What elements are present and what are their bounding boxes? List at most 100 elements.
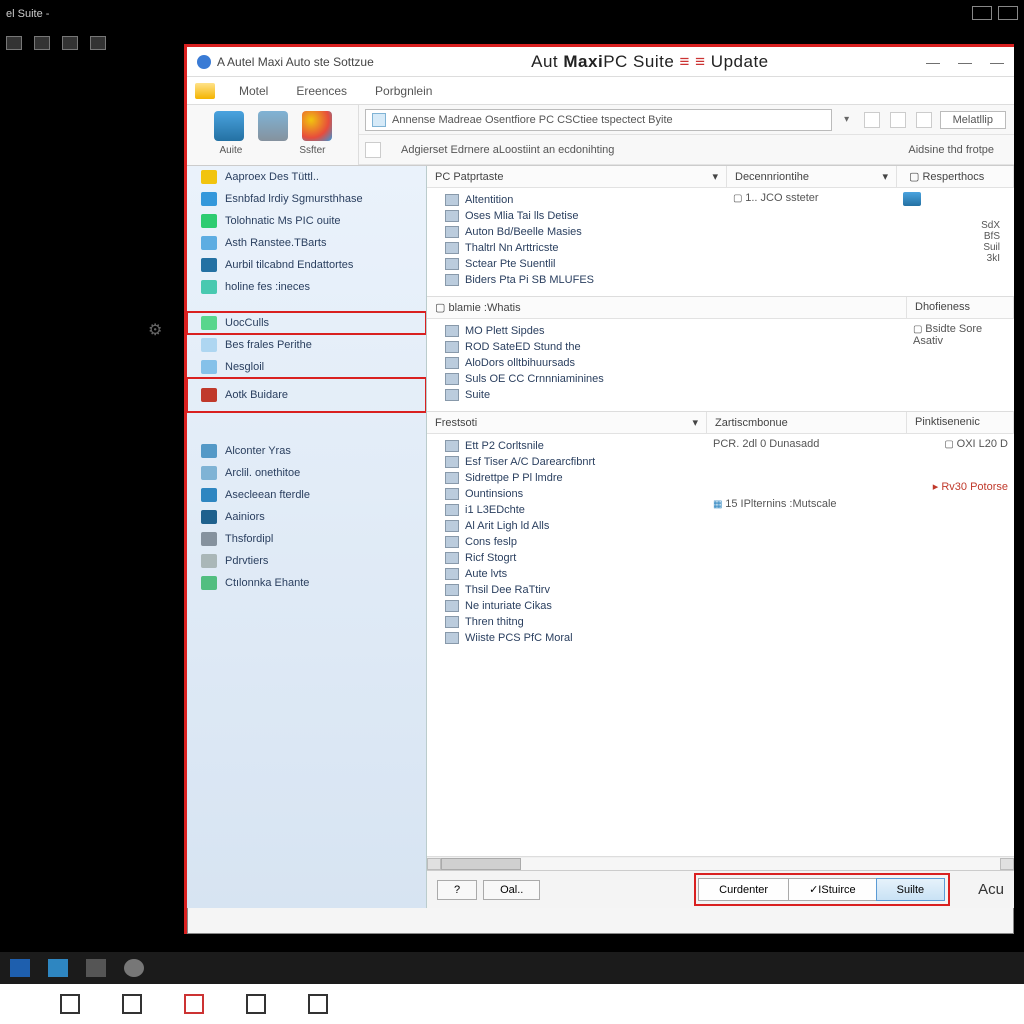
dock-icon[interactable] [122,994,142,1014]
menu-item[interactable]: Ereences [282,84,361,98]
col-header[interactable]: Decennriontihe [735,171,809,183]
sidebar-item[interactable]: Bes frales Perithe [187,334,426,356]
minimize-button[interactable]: — [926,54,940,70]
close-button[interactable]: — [990,54,1004,70]
list-item[interactable]: ROD SateED Stund the [427,339,907,355]
col-header[interactable]: Pinktisenenic [915,416,980,428]
list-item[interactable]: Ne inturiate Cikas [427,598,707,614]
list-item[interactable]: Wiiste PCS PfC Moral [427,630,707,646]
sidebar-item[interactable]: holine fes :ineces [187,276,426,298]
list-item[interactable]: Suite [427,387,907,403]
window-controls[interactable]: — — — [926,54,1004,70]
ribbon-caption: Auite [220,145,243,156]
sidebar-icon [201,214,217,228]
sidebar-item[interactable]: Aainiors [187,506,426,528]
sidebar-label: Esnbfad lrdiy Sgmursthhase [225,193,363,205]
list-item[interactable]: Cons feslp [427,534,707,550]
quick-icon[interactable] [6,36,22,50]
sidebar-icon [201,510,217,524]
list-item[interactable]: Sctear Pte Suentlil [427,256,727,272]
dock-icon[interactable] [308,994,328,1014]
sidebar-item[interactable]: Aurbil tilcabnd Endattortes [187,254,426,276]
ribbon-icon[interactable] [258,111,288,141]
source-button[interactable]: ✓IStuirce [788,878,877,901]
col-header[interactable]: Frestsoti [435,417,477,429]
sidebar-item[interactable]: UocCulls [187,312,426,334]
horizontal-scrollbar[interactable] [427,856,1014,870]
ribbon-icon[interactable] [214,111,244,141]
list-item[interactable]: Ricf Stogrt [427,550,707,566]
list-item[interactable]: Esf Tiser A/C Darearcfibnrt [427,454,707,470]
menu-item[interactable]: Porbgnlein [361,84,446,98]
sidebar-item[interactable]: Nesgloil [187,356,426,378]
dropdown-icon[interactable]: ▾ [838,114,856,125]
scroll-right-icon[interactable] [1000,858,1014,870]
file-icon [445,210,459,222]
sidebar-label: Asth Ranstee.TBarts [225,237,327,249]
dock-icon[interactable] [184,994,204,1014]
col-header[interactable]: PC Patprtaste [435,171,503,183]
sidebar-icon [201,280,217,294]
suite-button[interactable]: Suilte [876,878,946,901]
col-header[interactable]: blamie :Whatis [448,302,520,314]
sidebar-icon [201,554,217,568]
address-bar[interactable]: Annense Madreae Osentfiore PC CSCtiee ts… [365,109,832,131]
list-item[interactable]: Ett P2 Corltsnile [427,438,707,454]
list-item[interactable]: Suls OE CC Crnnniaminines [427,371,907,387]
list-item[interactable]: i1 L3EDchte [427,502,707,518]
list-item[interactable]: Thren thitng [427,614,707,630]
sidebar-item[interactable]: Arclil. onethitoe [187,462,426,484]
list-item[interactable]: Altentition [427,192,727,208]
folder-icon[interactable] [195,83,215,99]
list-item[interactable]: Oses Mlia Tai lls Detise [427,208,727,224]
quick-icon[interactable] [34,36,50,50]
sidebar-item[interactable]: Thsfordipl [187,528,426,550]
list-item[interactable]: Al Arit Ligh ld Alls [427,518,707,534]
list-item[interactable]: Ountinsions [427,486,707,502]
sidebar-item[interactable]: Pdrvtiers [187,550,426,572]
desktop-window-controls[interactable] [966,6,1018,23]
extra-link[interactable]: Rv30 Potorse [941,481,1008,493]
taskbar-icon[interactable] [124,959,144,977]
list-item[interactable]: Thsil Dee RaTtirv [427,582,707,598]
sidebar-icon [201,192,217,206]
taskbar-icon[interactable] [48,959,68,977]
dock-icon[interactable] [60,994,80,1014]
col-header[interactable]: Dhofieness [915,301,970,313]
restore-button[interactable]: — [958,54,972,70]
dock-icon[interactable] [246,994,266,1014]
list-item[interactable]: Thaltrl Nn Arttricste [427,240,727,256]
sidebar-item[interactable]: Tolohnatic Ms PIC ouite [187,210,426,232]
scroll-left-icon[interactable] [427,858,441,870]
taskbar-icon[interactable] [86,959,106,977]
sidebar-item[interactable]: Alconter Yras [187,440,426,462]
cundenter-button[interactable]: Curdenter [698,878,789,901]
scroll-thumb[interactable] [441,858,521,870]
menu-item[interactable]: Motel [225,84,282,98]
sidebar-item[interactable]: Esnbfad lrdiy Sgmursthhase [187,188,426,210]
quick-icon[interactable] [62,36,78,50]
taskbar-icon[interactable] [10,959,30,977]
list-item[interactable]: Aute lvts [427,566,707,582]
list-item[interactable]: MO Plett Sipdes [427,323,907,339]
toolbar-button[interactable]: Melatllip [940,111,1006,129]
gear-icon[interactable]: ⚙ [148,320,162,340]
sidebar-icon [201,488,217,502]
col-header[interactable]: Zartiscmbonue [715,417,788,429]
ribbon-caption: Ssfter [299,145,325,156]
oal-button[interactable]: Oal.. [483,880,540,900]
quick-icon[interactable] [90,36,106,50]
sidebar-item[interactable]: Aaproex Des Tüttl.. [187,166,426,188]
sidebar-item[interactable]: Ctılonnka Ehante [187,572,426,594]
col-header[interactable]: Resperthocs [922,171,984,183]
list-item[interactable]: Biders Pta Pi SB MLUFES [427,272,727,288]
ribbon-icon[interactable] [302,111,332,141]
sidebar-item[interactable]: Asecleean fterdle [187,484,426,506]
sidebar-item[interactable]: Aotk Buidare [187,378,426,412]
list-item[interactable]: Sidrettpe P Pl lmdre [427,470,707,486]
tool-icon[interactable] [365,142,381,158]
sidebar-item[interactable]: Asth Ranstee.TBarts [187,232,426,254]
list-item[interactable]: Auton Bd/Beelle Masies [427,224,727,240]
list-item[interactable]: AloDors olltbihuursads [427,355,907,371]
help-button[interactable]: ? [437,880,477,900]
